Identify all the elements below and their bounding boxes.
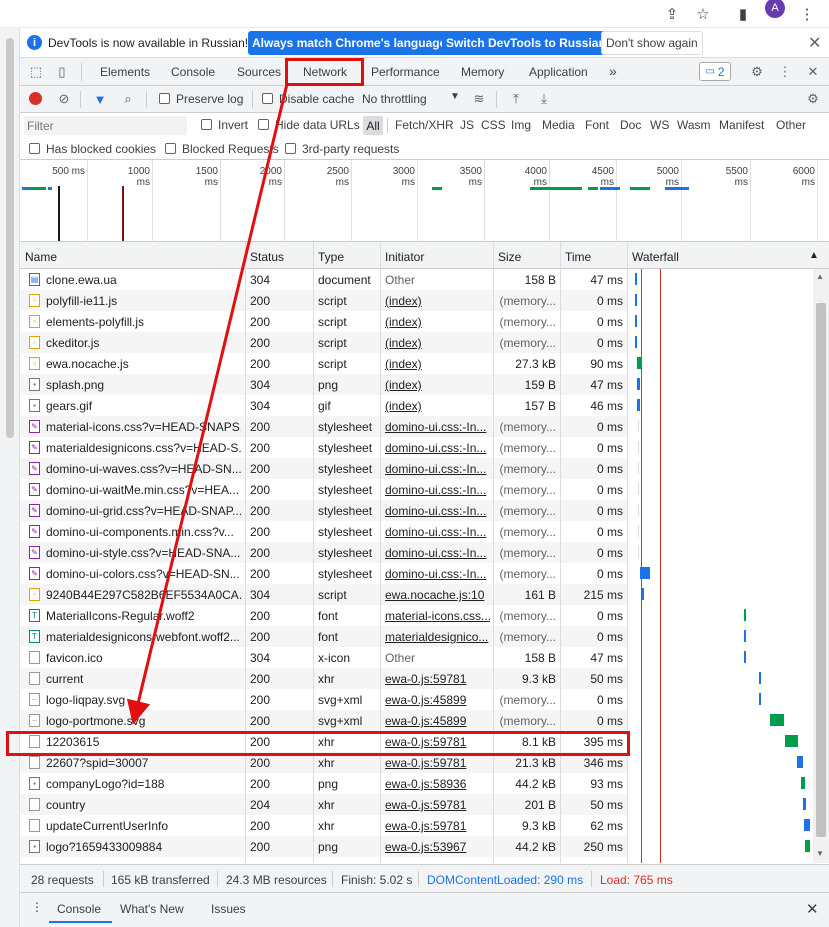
- drawer-tab-console[interactable]: Console: [57, 902, 101, 916]
- console-drawer: ⋮ Console What's New Issues ✕: [20, 892, 829, 927]
- summary-requests: 28 requests: [31, 873, 94, 887]
- network-summary-bar: 28 requests 165 kB transferred 24.3 MB r…: [20, 864, 829, 892]
- drawer-tab-whats-new[interactable]: What's New: [120, 902, 184, 916]
- active-tab-indicator: [49, 921, 112, 923]
- summary-transferred: 165 kB transferred: [111, 873, 210, 887]
- summary-resources: 24.3 MB resources: [226, 873, 327, 887]
- close-drawer-icon[interactable]: ✕: [806, 900, 819, 918]
- summary-dom-content-loaded: DOMContentLoaded: 290 ms: [427, 873, 584, 887]
- summary-finish: Finish: 5.02 s: [341, 873, 413, 887]
- drawer-tab-issues[interactable]: Issues: [211, 902, 246, 916]
- summary-load: Load: 765 ms: [600, 873, 673, 887]
- annotation-arrow: [126, 83, 289, 725]
- drawer-menu-icon[interactable]: ⋮: [31, 900, 43, 914]
